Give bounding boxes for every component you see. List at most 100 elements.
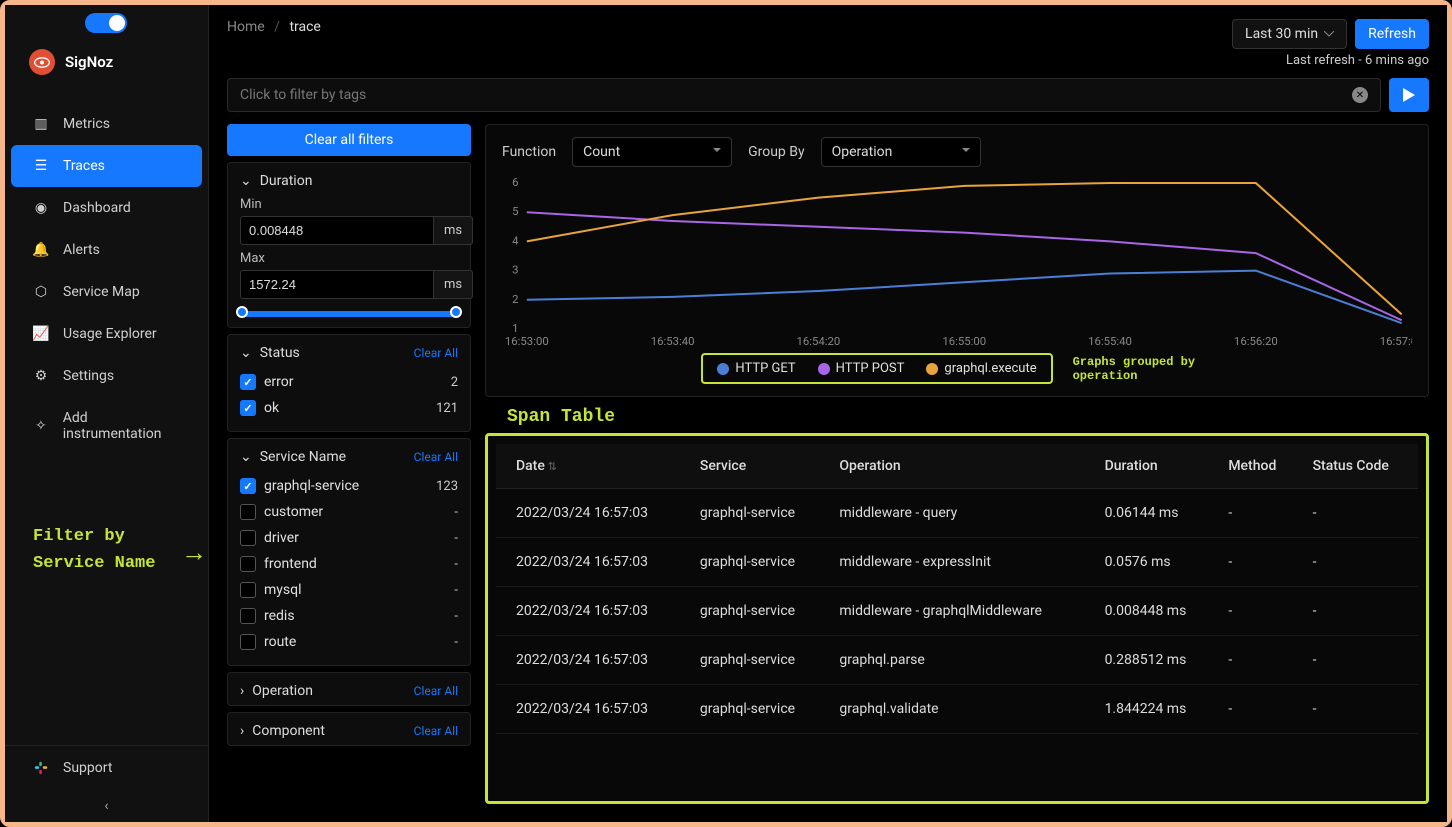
line-chart: 1 2 3 4 5 6 16:53:00 16:53:40 16:54:20 16:55:00 16… (502, 177, 1412, 347)
duration-min-input[interactable] (240, 216, 434, 245)
svg-text:3: 3 (512, 264, 518, 277)
filter-option-driver[interactable]: driver- (240, 525, 458, 551)
checkbox[interactable] (240, 530, 256, 546)
breadcrumb-home[interactable]: Home (227, 19, 265, 35)
col-date[interactable]: Date (496, 444, 688, 489)
traces-icon: ☰ (33, 158, 49, 174)
chevron-right-icon: › (240, 723, 244, 739)
checkbox[interactable] (240, 374, 256, 390)
checkbox[interactable] (240, 634, 256, 650)
status-clear-all[interactable]: Clear All (414, 346, 458, 360)
sidebar: SigNoz ▥Metrics☰Traces◉Dashboard🔔Alerts⬡… (5, 5, 209, 822)
component-clear-all[interactable]: Clear All (414, 724, 458, 738)
filter-operation: ›Operation Clear All (227, 672, 471, 706)
slack-icon (33, 760, 49, 776)
breadcrumb: Home / trace (227, 19, 321, 35)
svg-text:16:55:40: 16:55:40 (1088, 335, 1132, 347)
col-service[interactable]: Service (688, 444, 828, 489)
chart-legend: HTTP GETHTTP POSTgraphql.execute (701, 353, 1052, 384)
svg-text:6: 6 (512, 177, 518, 189)
checkbox[interactable] (240, 400, 256, 416)
nav-item-usage-explorer[interactable]: 📈Usage Explorer (5, 313, 208, 355)
filter-duration: ⌄Duration Min ms Max ms (227, 162, 471, 328)
chart-icon: ▥ (33, 116, 49, 132)
svg-text:1: 1 (512, 322, 518, 335)
filter-option-error[interactable]: error2 (240, 369, 458, 395)
table-row[interactable]: 2022/03/24 16:57:03graphql-servicemiddle… (496, 587, 1418, 636)
svg-text:16:53:00: 16:53:00 (505, 335, 549, 347)
nav-item-settings[interactable]: ⚙Settings (5, 355, 208, 397)
col-method[interactable]: Method (1216, 444, 1300, 489)
filter-option-ok[interactable]: ok121 (240, 395, 458, 421)
checkbox[interactable] (240, 504, 256, 520)
chart-annotation: Graphs grouped by operation (1073, 355, 1213, 383)
chart-panel: Function Count Group By Operation 123456… (485, 124, 1429, 397)
duration-max-input[interactable] (240, 270, 434, 299)
table-row[interactable]: 2022/03/24 16:57:03graphql-servicemiddle… (496, 489, 1418, 538)
table-row[interactable]: 2022/03/24 16:57:03graphql-servicemiddle… (496, 538, 1418, 587)
annotation-arrow-icon: → (181, 537, 207, 568)
logo-icon (29, 49, 55, 75)
last-refresh-text: Last refresh - 6 mins ago (1286, 53, 1429, 68)
checkbox[interactable] (240, 608, 256, 624)
brand-name: SigNoz (65, 53, 113, 71)
sidebar-collapse[interactable]: ‹ (5, 790, 208, 822)
chevron-right-icon: › (240, 683, 244, 699)
svg-text:4: 4 (512, 235, 519, 248)
col-duration[interactable]: Duration (1093, 444, 1217, 489)
run-query-button[interactable] (1389, 78, 1429, 112)
play-icon (1403, 88, 1415, 102)
tag-filter-input[interactable]: Click to filter by tags ✕ (227, 78, 1381, 112)
nav-item-metrics[interactable]: ▥Metrics (5, 103, 208, 145)
service-clear-all[interactable]: Clear All (414, 450, 458, 464)
map-icon: ⬡ (33, 284, 49, 300)
brand: SigNoz (5, 33, 208, 95)
checkbox[interactable] (240, 582, 256, 598)
groupby-select[interactable]: Operation (821, 137, 981, 167)
nav-item-service-map[interactable]: ⬡Service Map (5, 271, 208, 313)
col-operation[interactable]: Operation (827, 444, 1092, 489)
filter-option-mysql[interactable]: mysql- (240, 577, 458, 603)
nav-item-add-instrumentation[interactable]: ✧Add instrumentation (5, 397, 208, 455)
svg-text:5: 5 (512, 205, 518, 218)
refresh-button[interactable]: Refresh (1355, 19, 1429, 49)
filter-option-customer[interactable]: customer- (240, 499, 458, 525)
legend-item: graphql.execute (926, 361, 1036, 376)
clear-all-filters-button[interactable]: Clear all filters (227, 124, 471, 156)
chevron-down-icon: ⌄ (240, 449, 252, 465)
chevron-down-icon: ⌄ (240, 173, 252, 189)
filter-option-redis[interactable]: redis- (240, 603, 458, 629)
svg-text:16:55:00: 16:55:00 (942, 335, 986, 347)
duration-slider[interactable] (240, 311, 458, 317)
col-status-code[interactable]: Status Code (1301, 444, 1418, 489)
bell-icon: 🔔 (33, 242, 49, 258)
filter-option-graphql-service[interactable]: graphql-service123 (240, 473, 458, 499)
timerange-select[interactable]: Last 30 min (1232, 19, 1347, 49)
nav-item-dashboard[interactable]: ◉Dashboard (5, 187, 208, 229)
plus-icon: ✧ (33, 418, 49, 434)
clear-filter-icon[interactable]: ✕ (1352, 87, 1368, 103)
filter-service-name: ⌄Service Name Clear All graphql-service1… (227, 438, 471, 666)
filter-option-frontend[interactable]: frontend- (240, 551, 458, 577)
nav-item-alerts[interactable]: 🔔Alerts (5, 229, 208, 271)
svg-text:16:53:40: 16:53:40 (651, 335, 695, 347)
checkbox[interactable] (240, 478, 256, 494)
nav-item-traces[interactable]: ☰Traces (11, 145, 202, 187)
checkbox[interactable] (240, 556, 256, 572)
svg-text:2: 2 (512, 293, 518, 306)
function-select[interactable]: Count (572, 137, 732, 167)
theme-toggle[interactable] (85, 13, 127, 33)
support-label: Support (63, 760, 112, 776)
operation-clear-all[interactable]: Clear All (414, 684, 458, 698)
dashboard-icon: ◉ (33, 200, 49, 216)
svg-text:16:54:20: 16:54:20 (797, 335, 841, 347)
breadcrumb-current: trace (289, 19, 320, 35)
filter-option-route[interactable]: route- (240, 629, 458, 655)
legend-item: HTTP POST (818, 361, 905, 376)
svg-text:16:57:00: 16:57:00 (1380, 335, 1412, 347)
span-table: DateServiceOperationDurationMethodStatus… (485, 433, 1429, 804)
annotation-filter-by: Filter by Service Name (33, 523, 155, 577)
table-row[interactable]: 2022/03/24 16:57:03graphql-servicegraphq… (496, 636, 1418, 685)
table-row[interactable]: 2022/03/24 16:57:03graphql-servicegraphq… (496, 685, 1418, 734)
support-link[interactable]: Support (5, 745, 208, 790)
